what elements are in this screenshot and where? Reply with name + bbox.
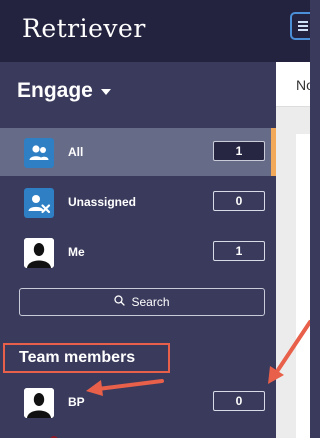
arrow-to-team-member bbox=[86, 379, 164, 396]
annotation-arrows bbox=[86, 320, 310, 396]
app-root: Retriever Engage All 1 Unassigned 0 Me 1… bbox=[0, 0, 310, 438]
arrow-to-count bbox=[268, 320, 310, 384]
